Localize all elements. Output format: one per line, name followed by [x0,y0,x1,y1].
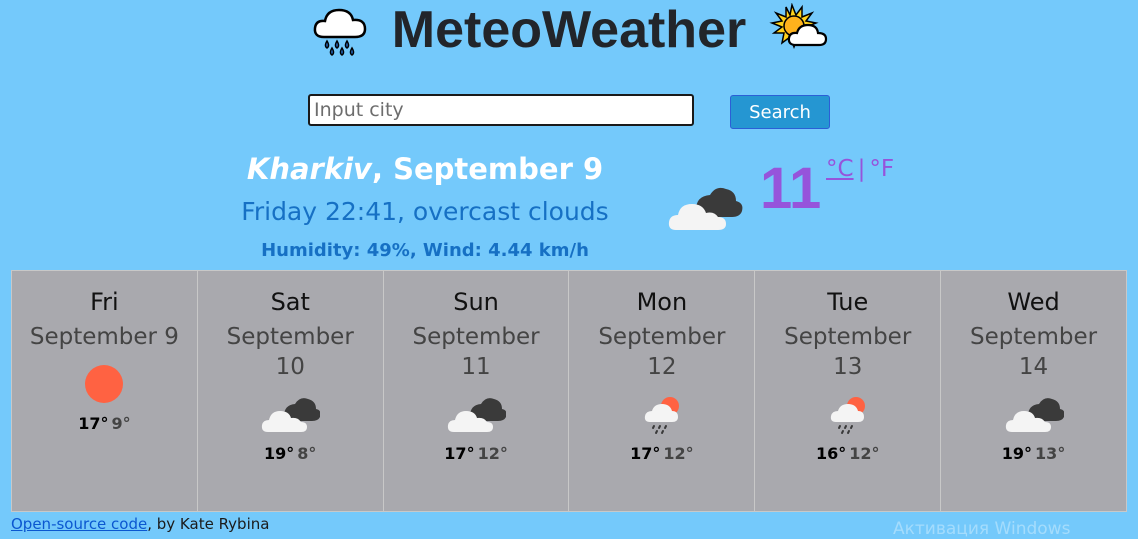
forecast-max-temp: 17° [444,443,475,463]
sun-icon [85,364,124,403]
forecast-day: Sat September 10 19° 8° [197,271,384,511]
overcast-clouds-icon [262,397,321,432]
forecast-day-name: Fri [90,288,119,316]
open-source-link[interactable]: Open-source code [11,515,147,533]
forecast-day-date: September 11 [412,323,540,380]
forecast-day-date: September 10 [226,323,354,380]
forecast-day-date: September 14 [969,323,1098,380]
forecast-day: Tue September 13 16° 12° [755,271,942,511]
forecast-temps: 17° 12° [384,444,569,463]
search-button[interactable]: Search [730,95,830,129]
forecast-day: Mon September 12 17° 12° [569,271,756,511]
sun-cloud-rain-icon [830,396,865,434]
overcast-clouds-icon [1005,397,1064,432]
forecast-day-date: September 13 [784,323,912,380]
forecast-temps: 17° 12° [569,444,754,463]
overcast-clouds-icon [447,397,507,432]
unit-separator: | [857,156,866,182]
footer: Open-source code, by Kate Rybina [11,515,269,533]
forecast-min-temp: 13° [1035,443,1066,463]
forecast-max-temp: 19° [264,443,295,463]
forecast-temps: 19° 13° [941,444,1126,463]
forecast-max-temp: 17° [630,443,661,463]
forecast-day-name: Tue [827,288,869,316]
footer-author: , by Kate Rybina [147,515,270,533]
forecast-min-temp: 8° [297,443,317,463]
forecast-temps: 16° 12° [755,444,940,463]
sun-behind-cloud-icon [769,3,828,50]
forecast-min-temp: 12° [663,443,694,463]
fahrenheit-link[interactable]: °F [869,156,894,182]
forecast-min-temp: 12° [477,443,508,463]
current-city: Kharkiv [246,152,372,186]
forecast-day-date: September 9 [29,323,179,350]
forecast-min-temp: 12° [849,443,880,463]
current-humidity-wind: Humidity: 49%, Wind: 4.44 km/h [261,240,589,261]
windows-activation-watermark: Активация Windows [893,519,1071,539]
forecast-max-temp: 17° [78,413,109,433]
forecast-day: Wed September 14 19° 13° [941,271,1126,511]
current-date: , September 9 [371,152,604,186]
forecast-day-name: Sat [270,288,310,316]
forecast-day-date: September 12 [598,323,726,380]
unit-switch: °C | °F [826,158,894,181]
forecast-min-temp: 9° [111,413,131,433]
forecast-temps: 19° 8° [198,444,383,463]
forecast-day-name: Wed [1007,288,1060,316]
cloud-rain-icon [313,8,367,56]
forecast-grid: Fri September 9 17° 9° Sat September 10 1… [11,270,1127,512]
overcast-clouds-icon [668,187,743,230]
app-title: MeteoWeather [391,1,747,59]
forecast-day: Fri September 9 17° 9° [12,271,198,511]
forecast-day-name: Sun [453,288,499,316]
forecast-day: Sun September 11 17° 12° [383,271,570,511]
sun-cloud-rain-icon [644,396,679,434]
city-search-input[interactable] [308,94,694,126]
app-header: MeteoWeather [0,0,1138,60]
current-temperature: 11 [760,156,822,221]
forecast-max-temp: 16° [815,443,847,463]
forecast-max-temp: 19° [1001,443,1033,463]
forecast-day-name: Mon [636,288,688,316]
forecast-temps: 17° 9° [12,414,197,433]
celsius-link[interactable]: °C [826,156,854,182]
